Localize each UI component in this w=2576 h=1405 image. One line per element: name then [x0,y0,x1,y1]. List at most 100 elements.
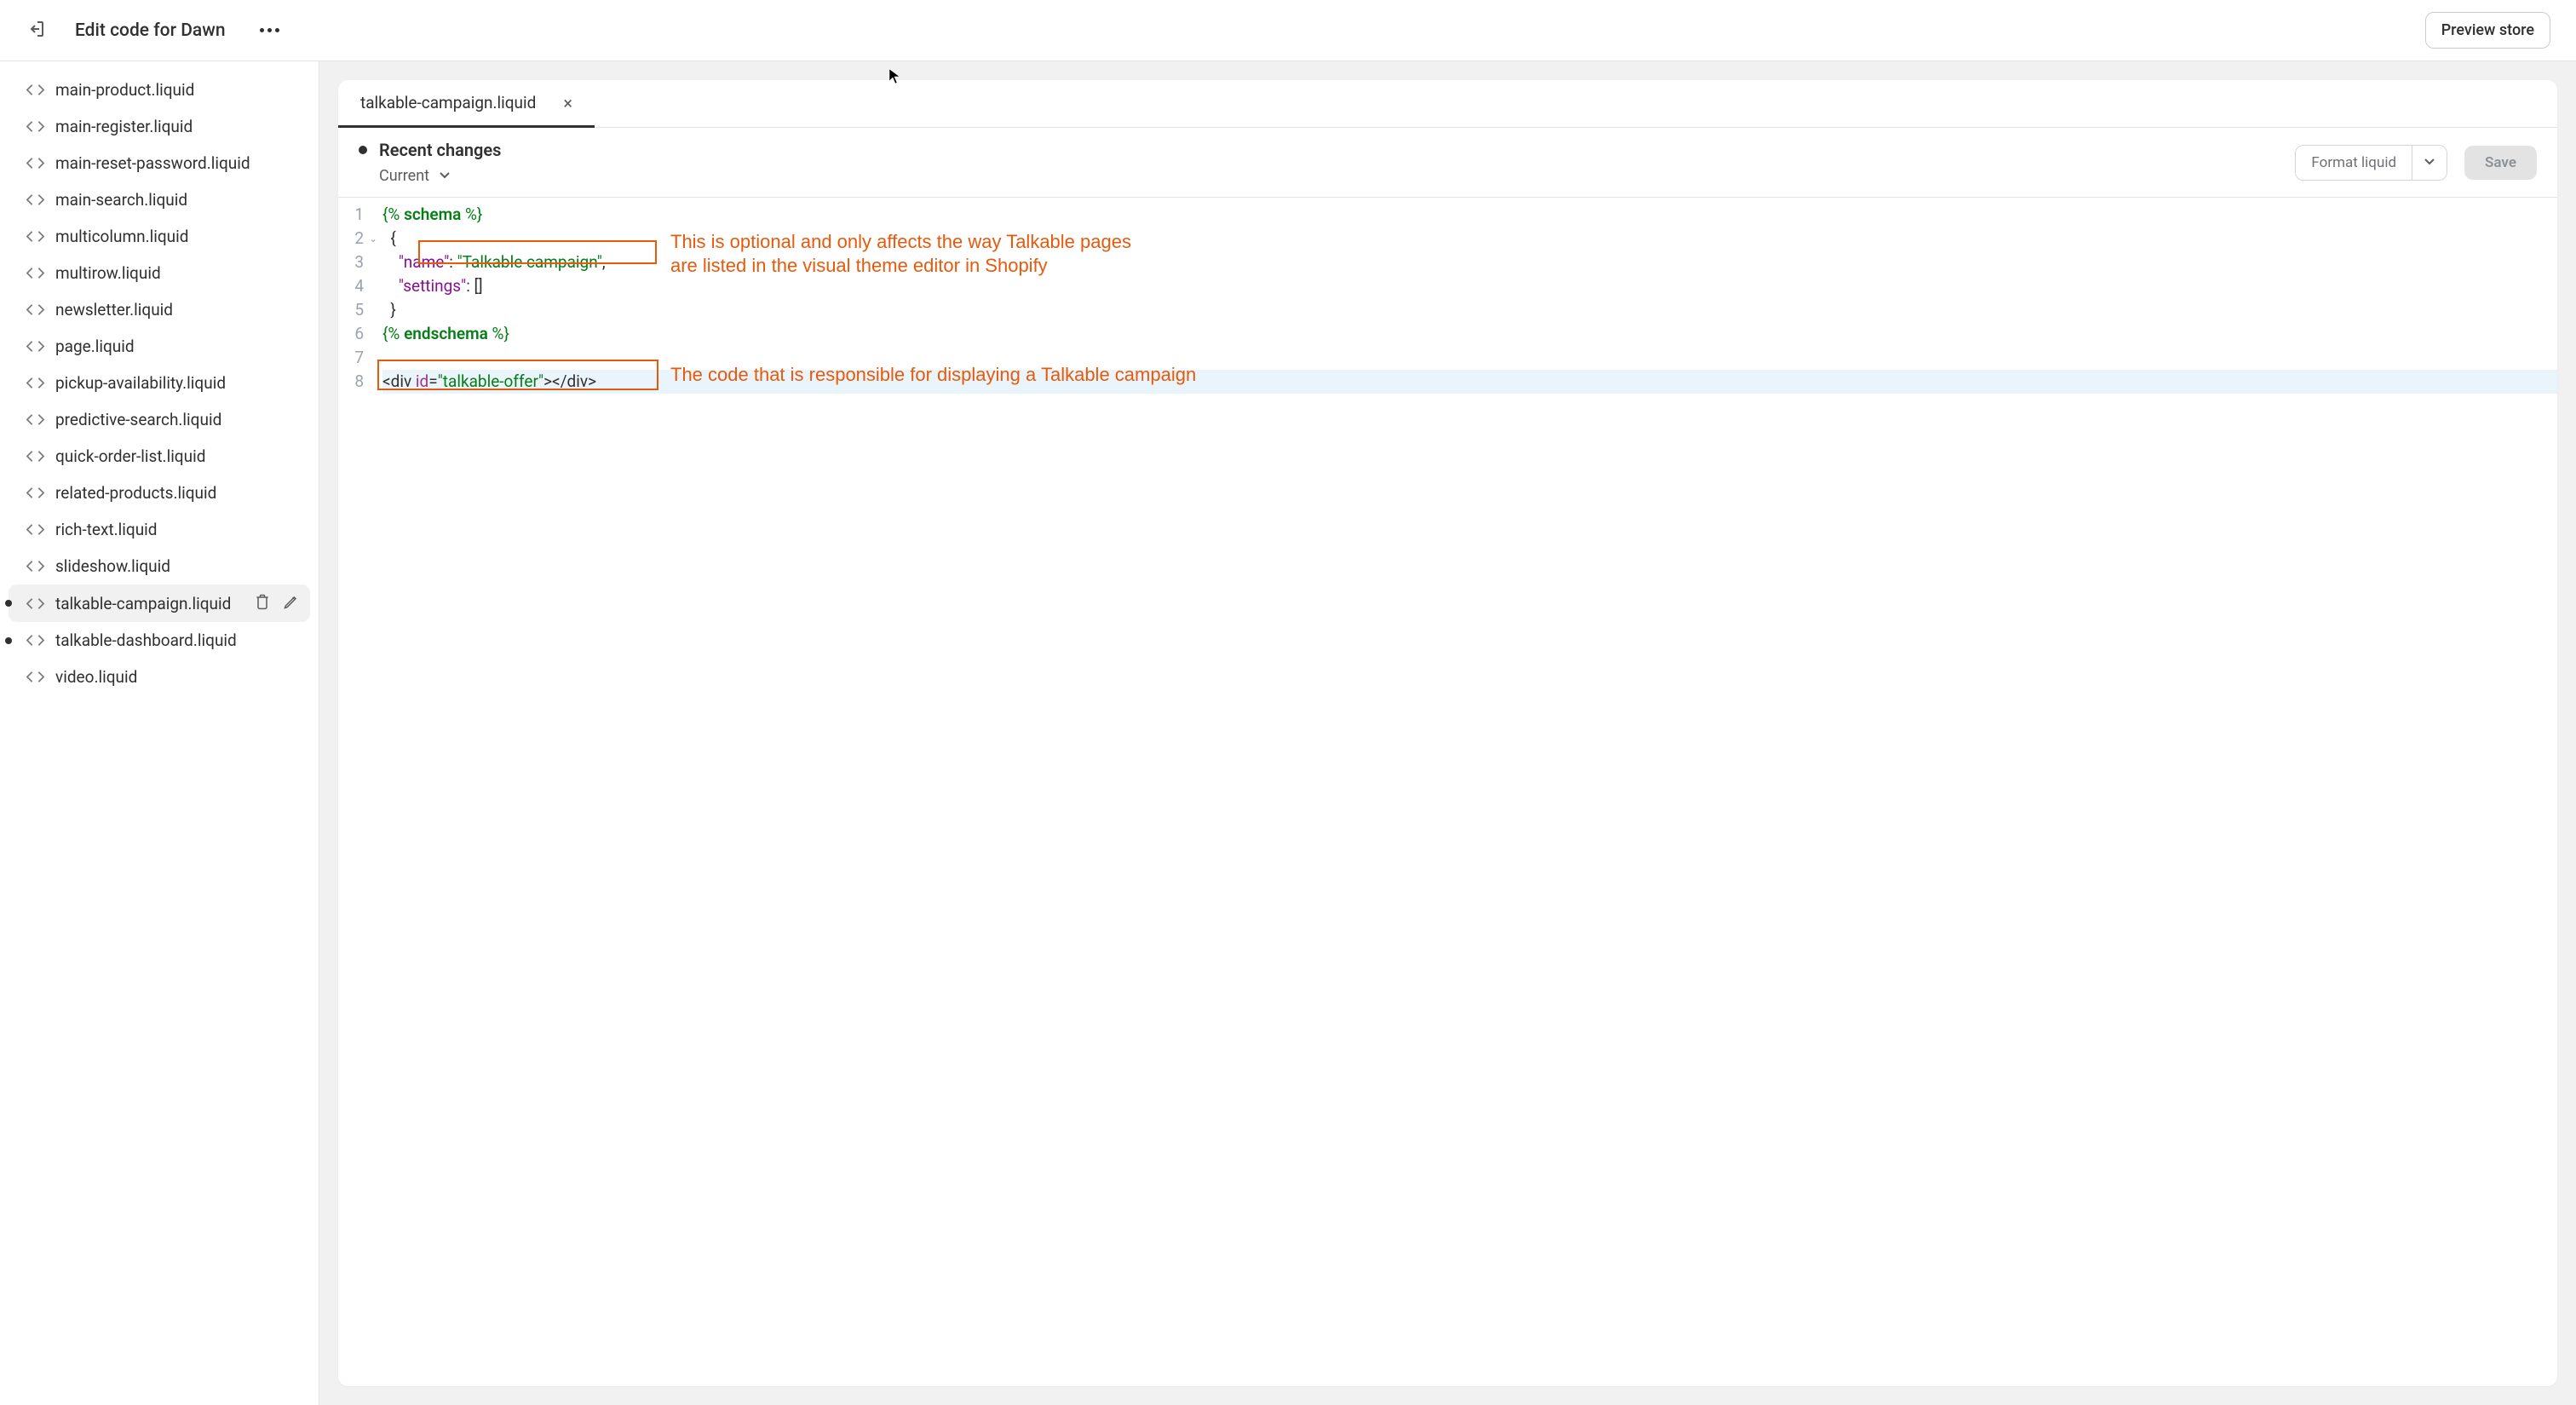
file-item[interactable]: pickup-availability.liquid [9,365,310,401]
file-item[interactable]: talkable-dashboard.liquid [9,622,310,659]
code-editor[interactable]: 12345678 ⌄ {% schema %} { "name": "Talka… [338,198,2557,1386]
code-file-icon [26,594,45,613]
fold-column: ⌄ [369,203,382,1386]
tab-bar: talkable-campaign.liquid × [338,80,2557,128]
code-line[interactable]: {% endschema %} [382,322,2557,346]
file-name-label: rich-text.liquid [55,520,300,539]
file-name-label: predictive-search.liquid [55,410,300,429]
file-item[interactable]: main-search.liquid [9,181,310,218]
code-file-icon [26,190,45,210]
modified-dot-icon [359,146,367,154]
file-name-label: talkable-dashboard.liquid [55,631,300,650]
code-file-icon [26,667,45,687]
code-lines[interactable]: {% schema %} { "name": "Talkable campaig… [382,203,2557,1386]
code-file-icon [26,520,45,539]
code-file-icon [26,153,45,173]
file-name-label: pickup-availability.liquid [55,373,300,393]
code-file-icon [26,80,45,100]
file-item[interactable]: video.liquid [9,659,310,695]
code-file-icon [26,410,45,429]
code-file-icon [26,263,45,283]
file-name-label: main-product.liquid [55,80,300,100]
code-line[interactable]: { [382,227,2557,250]
file-name-label: multirow.liquid [55,263,300,283]
file-item[interactable]: related-products.liquid [9,475,310,511]
editor-container: talkable-campaign.liquid × Recent change… [338,80,2557,1386]
code-file-icon [26,337,45,356]
format-dropdown-button[interactable] [2412,146,2447,180]
code-file-icon [26,446,45,466]
file-item[interactable]: main-register.liquid [9,108,310,145]
file-item[interactable]: newsletter.liquid [9,291,310,328]
file-item[interactable]: main-product.liquid [9,72,310,108]
exit-icon[interactable] [26,19,46,43]
sidebar: main-product.liquid main-register.liquid m… [0,61,319,1405]
code-line[interactable]: "name": "Talkable campaign", [382,250,2557,274]
more-menu-button[interactable] [255,23,285,37]
file-item[interactable]: predictive-search.liquid [9,401,310,438]
code-file-icon [26,373,45,393]
preview-store-button[interactable]: Preview store [2425,12,2550,49]
file-name-label: related-products.liquid [55,483,300,503]
file-item[interactable]: page.liquid [9,328,310,365]
file-name-label: main-register.liquid [55,117,300,136]
recent-changes-label: Recent changes [379,140,501,160]
file-name-label: main-search.liquid [55,190,300,210]
modified-dot-icon [5,637,12,644]
file-item[interactable]: slideshow.liquid [9,548,310,584]
code-line[interactable]: "settings": [] [382,274,2557,298]
file-item[interactable]: multirow.liquid [9,255,310,291]
file-item[interactable]: main-reset-password.liquid [9,145,310,181]
main-editor-area: talkable-campaign.liquid × Recent change… [319,61,2576,1405]
version-selector[interactable]: Current [379,167,501,185]
version-label: Current [379,167,429,185]
code-line[interactable]: <div id="talkable-offer"></div> [382,370,2557,394]
code-line[interactable]: } [382,298,2557,322]
file-name-label: slideshow.liquid [55,556,300,576]
rename-file-button[interactable] [283,593,300,613]
file-name-label: video.liquid [55,667,300,687]
code-file-icon [26,556,45,576]
mouse-cursor-icon [888,68,902,85]
line-number: 2 [338,227,364,250]
file-actions [254,593,300,613]
line-number: 4 [338,274,364,298]
file-name-label: talkable-campaign.liquid [55,594,244,613]
tab-label: talkable-campaign.liquid [360,93,536,112]
format-liquid-button[interactable]: Format liquid [2296,146,2412,180]
editor-header-left: Recent changes Current [359,140,501,185]
workspace: main-product.liquid main-register.liquid m… [0,61,2576,1405]
top-bar: Edit code for Dawn Preview store [0,0,2576,61]
file-item[interactable]: rich-text.liquid [9,511,310,548]
format-button-group: Format liquid [2295,145,2447,181]
editor-tab[interactable]: talkable-campaign.liquid × [338,80,595,128]
page-title: Edit code for Dawn [75,20,226,41]
file-item[interactable]: talkable-campaign.liquid [9,584,310,622]
code-file-icon [26,631,45,650]
code-file-icon [26,483,45,503]
code-file-icon [26,117,45,136]
file-name-label: multicolumn.liquid [55,227,300,246]
top-bar-left: Edit code for Dawn [26,19,285,43]
tab-close-button[interactable]: × [563,95,572,112]
line-number: 3 [338,250,364,274]
save-button[interactable]: Save [2464,146,2537,180]
file-item[interactable]: multicolumn.liquid [9,218,310,255]
code-file-icon [26,227,45,246]
chevron-down-icon [438,168,451,185]
code-line[interactable] [382,346,2557,370]
editor-header: Recent changes Current Format liquid [338,128,2557,198]
file-name-label: newsletter.liquid [55,300,300,320]
file-name-label: quick-order-list.liquid [55,446,300,466]
file-item[interactable]: quick-order-list.liquid [9,438,310,475]
file-name-label: main-reset-password.liquid [55,153,300,173]
line-number: 7 [338,346,364,370]
recent-changes-row: Recent changes [359,140,501,160]
code-line[interactable]: {% schema %} [382,203,2557,227]
line-number-gutter: 12345678 [338,203,369,1386]
line-number: 6 [338,322,364,346]
code-file-icon [26,300,45,320]
line-number: 8 [338,370,364,394]
delete-file-button[interactable] [254,593,271,613]
fold-marker-icon[interactable]: ⌄ [369,227,382,250]
